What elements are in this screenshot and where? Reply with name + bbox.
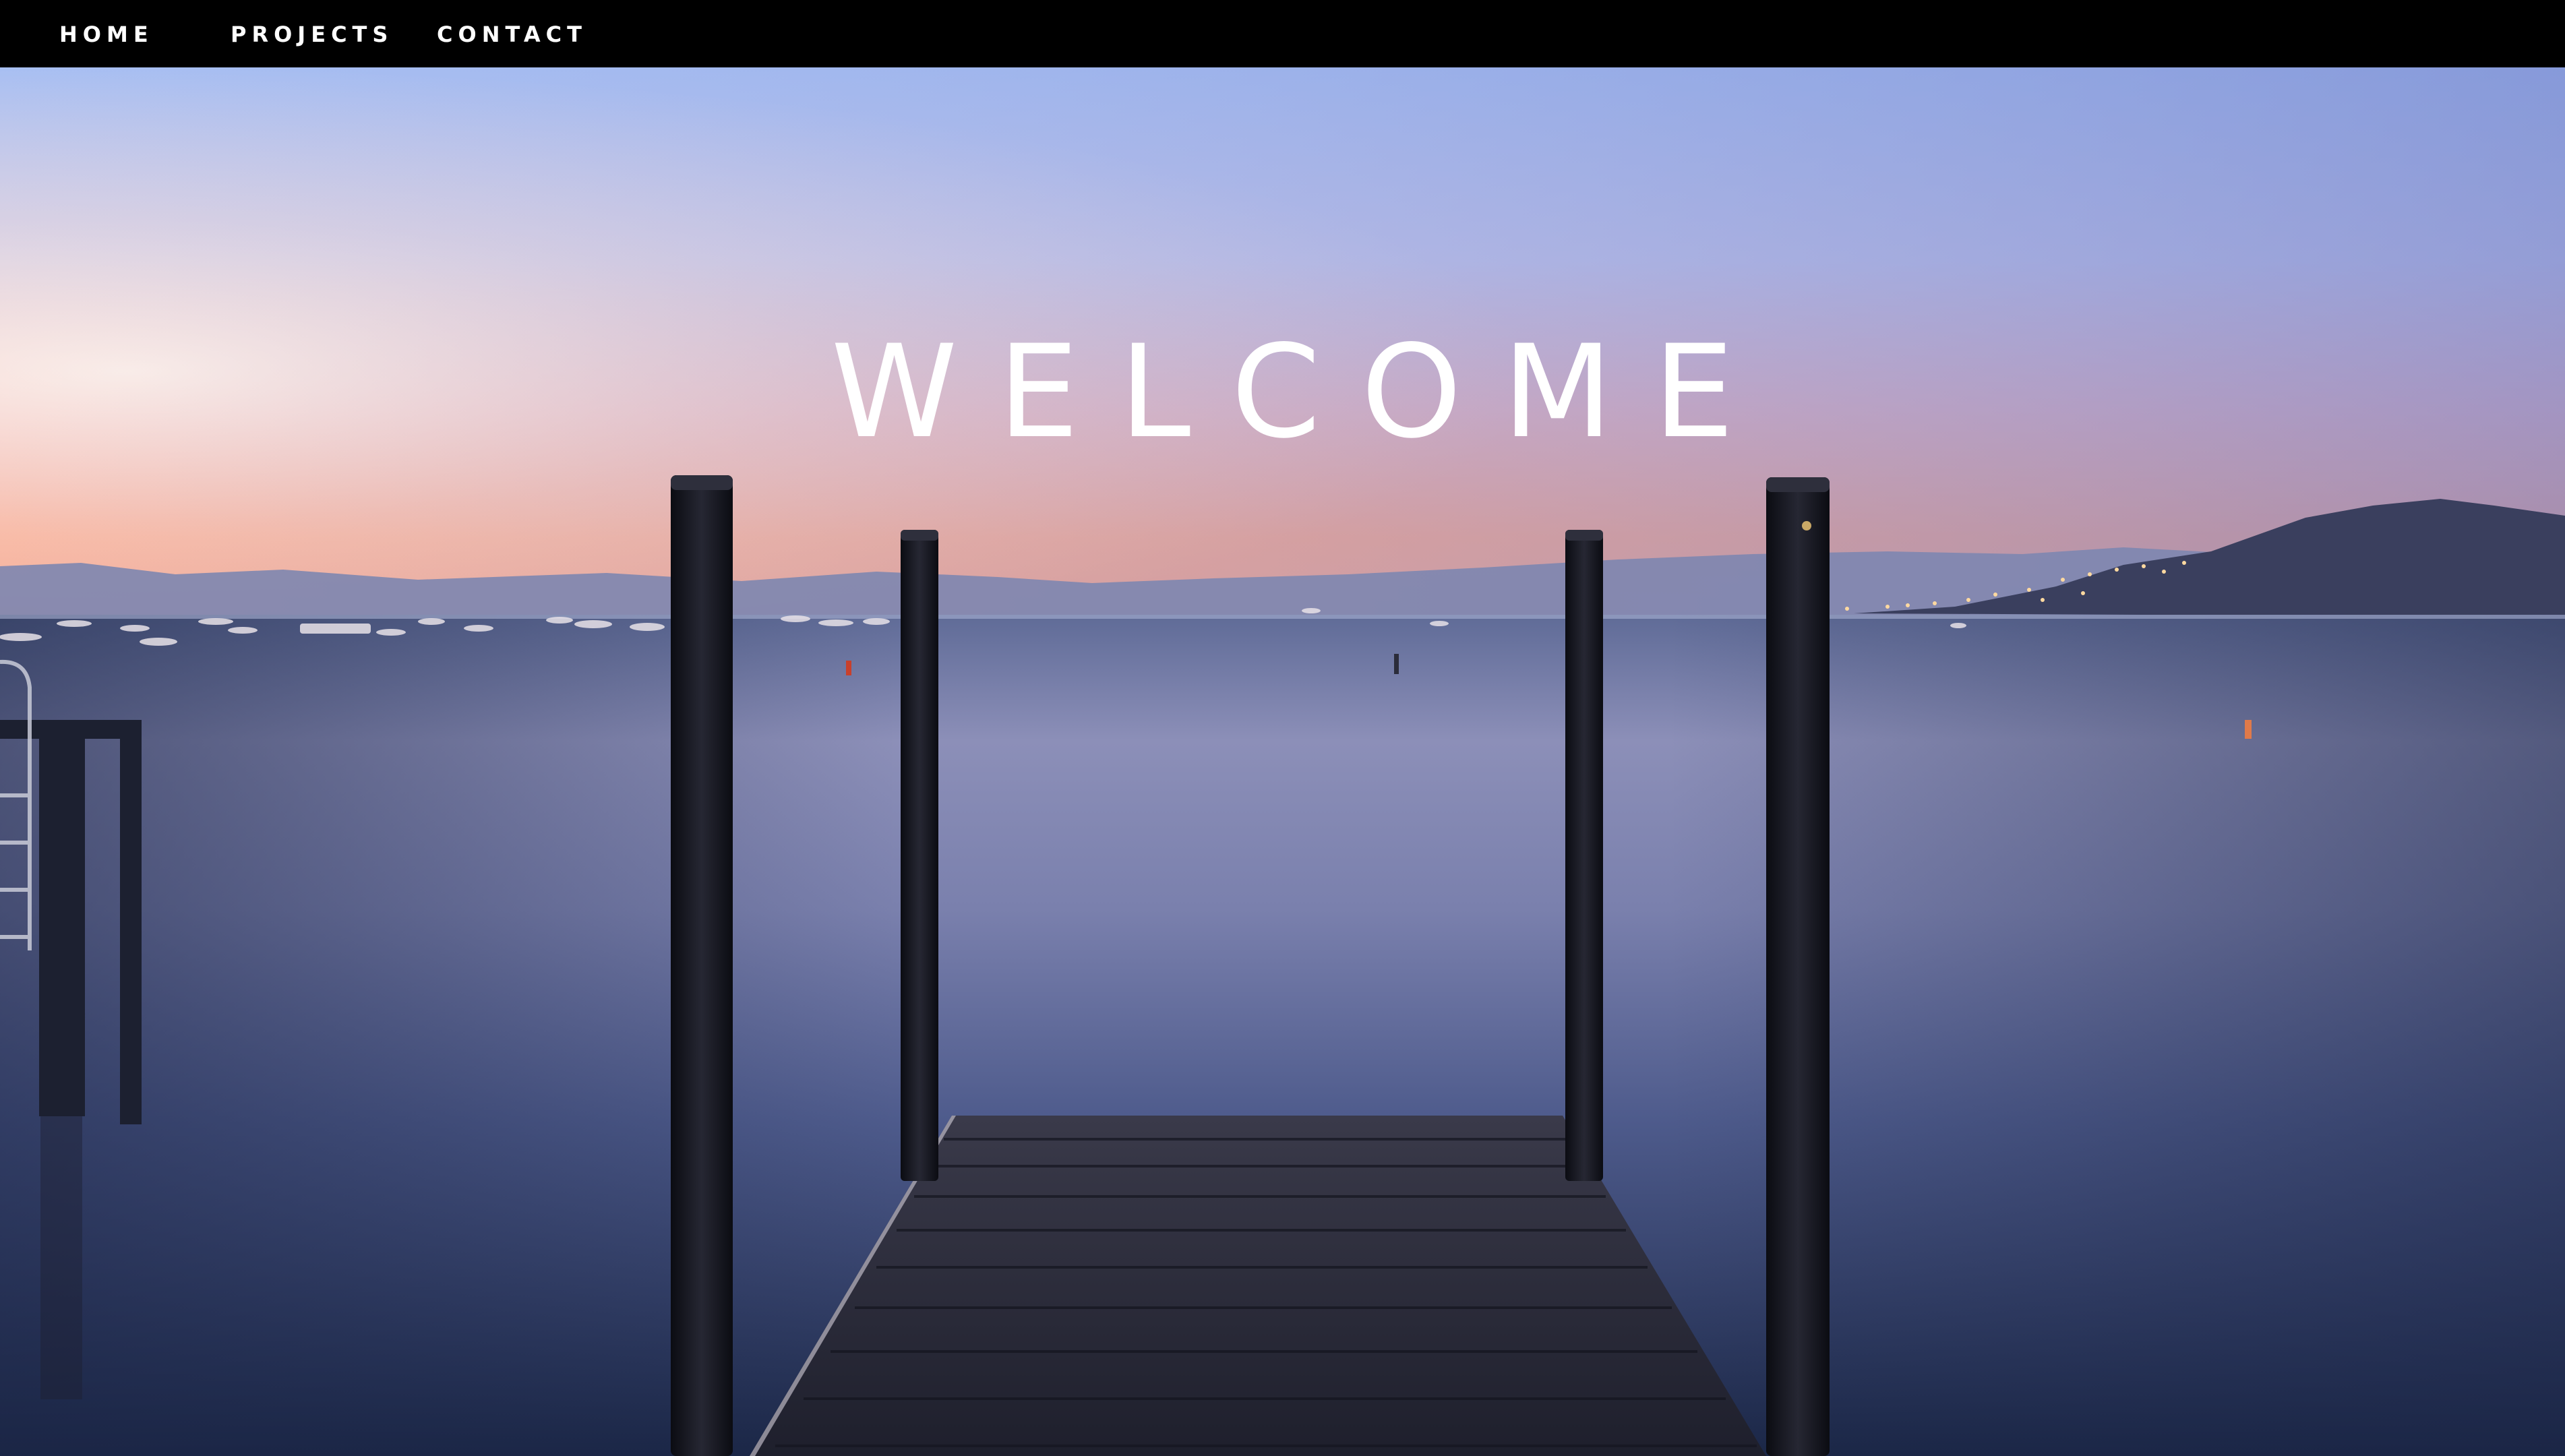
top-navbar: HOME PROJECTS CONTACT <box>0 0 2565 67</box>
nav-link-projects[interactable]: PROJECTS <box>231 0 393 67</box>
nav-link-home[interactable]: HOME <box>59 0 154 67</box>
hero-section: WELCOME <box>0 67 2565 1456</box>
welcome-heading: WELCOME <box>831 317 1775 467</box>
hero-background-image <box>0 67 2565 1456</box>
nav-link-contact[interactable]: CONTACT <box>437 0 587 67</box>
